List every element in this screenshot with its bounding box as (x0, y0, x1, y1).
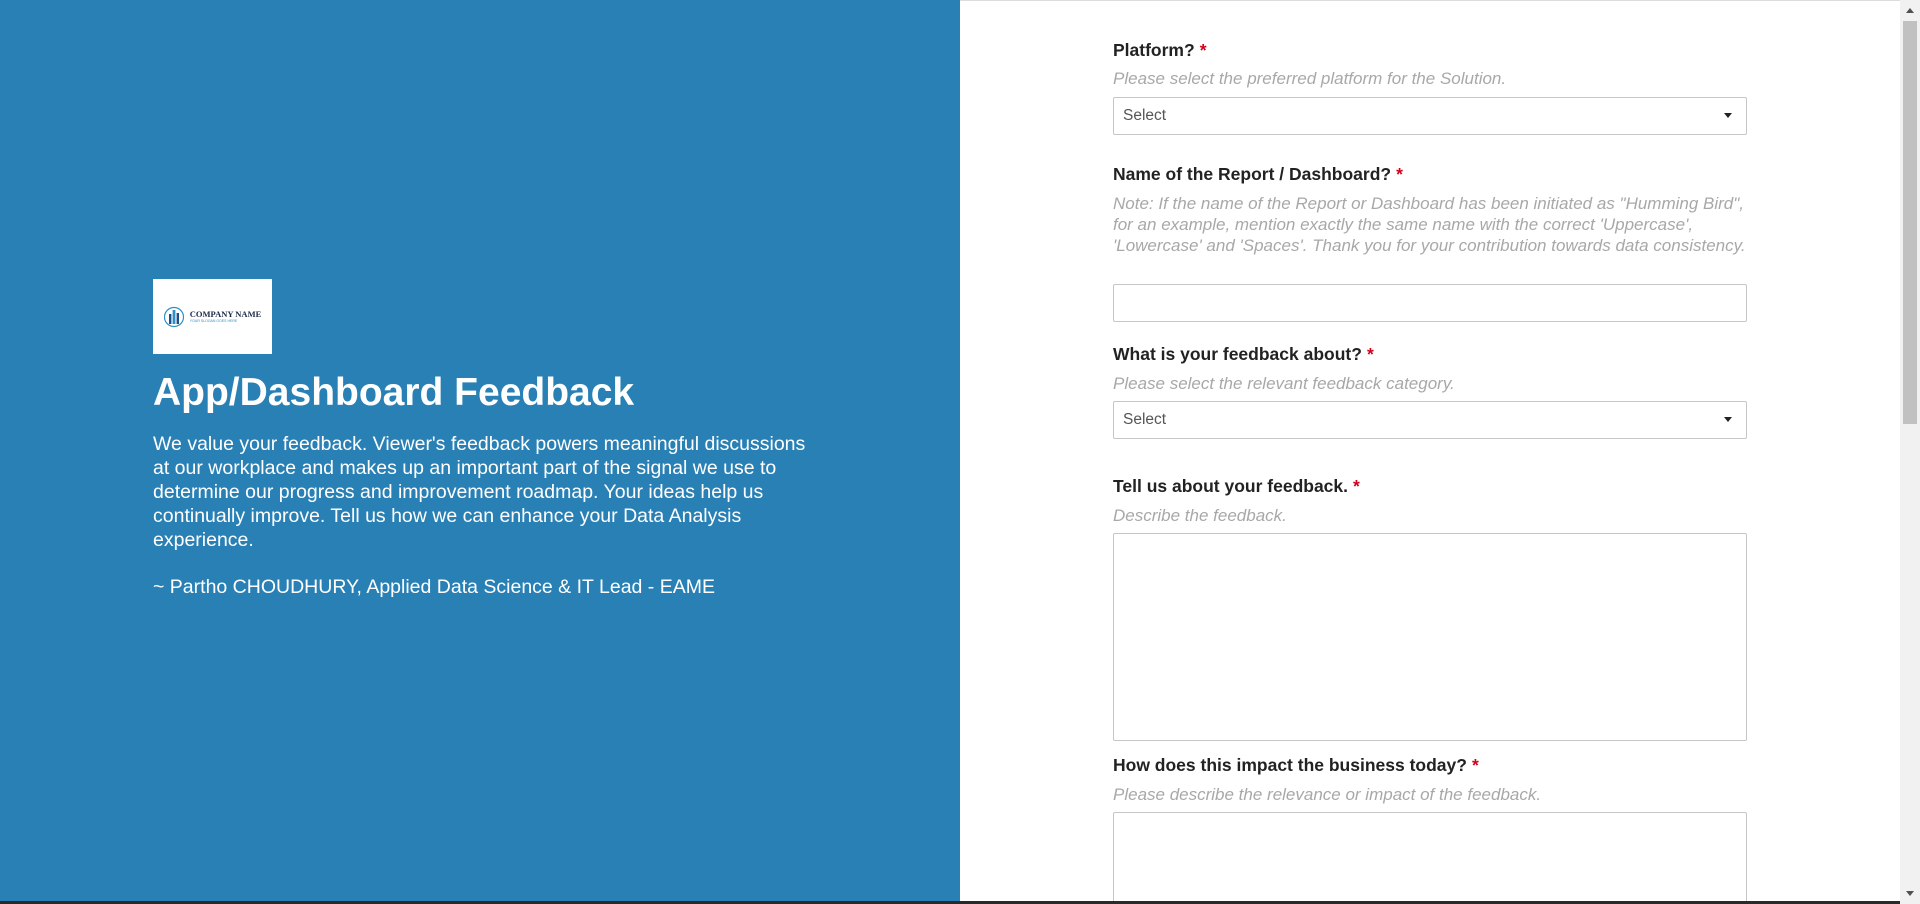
building-logo-icon (163, 306, 184, 327)
business-impact-textarea[interactable] (1113, 812, 1747, 904)
logo-company-name: COMPANY NAME (189, 308, 262, 319)
feedback-detail-help: Describe the feedback. (1113, 506, 1287, 525)
report-name-label: Name of the Report / Dashboard? * (1113, 163, 1403, 185)
platform-label-text: Platform? (1113, 40, 1195, 60)
required-marker: * (1199, 40, 1207, 60)
page-title: App/Dashboard Feedback (153, 371, 635, 414)
scrollbar-thumb[interactable] (1903, 21, 1917, 424)
feedback-detail-label: Tell us about your feedback. * (1113, 475, 1360, 497)
intro-signature: ~ Partho CHOUDHURY, Applied Data Science… (153, 576, 715, 598)
feedback-category-select-value: Select (1123, 411, 1167, 428)
chevron-down-icon (1724, 113, 1732, 118)
report-name-label-text: Name of the Report / Dashboard? (1113, 164, 1392, 184)
business-impact-label: How does this impact the business today?… (1113, 754, 1479, 776)
intro-panel: COMPANY NAME YOUR SLOGAN GOES HERE App/D… (0, 0, 960, 904)
logo-tagline: YOUR SLOGAN GOES HERE (189, 319, 238, 323)
feedback-form: Platform? * Please select the preferred p… (960, 0, 1900, 904)
vertical-scrollbar[interactable] (1900, 0, 1920, 904)
feedback-about-label: What is your feedback about? * (1113, 343, 1374, 365)
feedback-category-select[interactable]: Select (1113, 401, 1747, 439)
feedback-about-label-text: What is your feedback about? (1113, 344, 1362, 364)
required-marker: * (1471, 755, 1479, 775)
platform-label: Platform? * (1113, 39, 1207, 61)
platform-select[interactable]: Select (1113, 97, 1747, 135)
required-marker: * (1366, 344, 1374, 364)
scroll-up-arrow-icon[interactable] (1906, 8, 1914, 13)
feedback-detail-label-text: Tell us about your feedback. (1113, 476, 1349, 496)
logo-wordmark: COMPANY NAME YOUR SLOGAN GOES HERE (189, 308, 262, 324)
chevron-down-icon (1724, 417, 1732, 422)
scroll-down-arrow-icon[interactable] (1906, 891, 1914, 896)
platform-help: Please select the preferred platform for… (1113, 69, 1507, 88)
intro-description: We value your feedback. Viewer's feedbac… (153, 433, 806, 551)
report-name-input[interactable] (1113, 284, 1747, 322)
business-impact-label-text: How does this impact the business today? (1113, 755, 1467, 775)
required-marker: * (1353, 476, 1360, 496)
feedback-detail-textarea[interactable] (1113, 533, 1747, 741)
platform-select-value: Select (1123, 107, 1167, 124)
company-logo: COMPANY NAME YOUR SLOGAN GOES HERE (153, 279, 272, 354)
feedback-about-help: Please select the relevant feedback cate… (1113, 374, 1455, 393)
business-impact-help: Please describe the relevance or impact … (1113, 785, 1542, 804)
report-name-help: Note: If the name of the Report or Dashb… (1113, 194, 1746, 255)
required-marker: * (1396, 164, 1403, 184)
